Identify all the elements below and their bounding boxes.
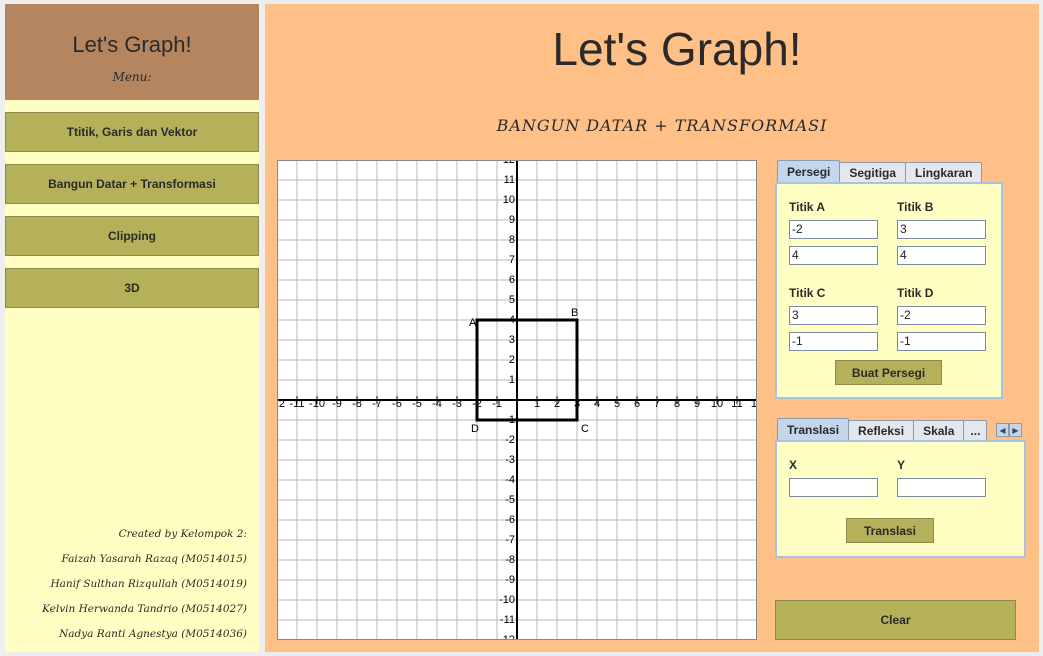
menu-button-clipping[interactable]: Clipping <box>5 216 259 256</box>
credit-member: Faizah Yasarah Razaq (M0514015) <box>61 553 247 565</box>
x-tick-mark <box>416 396 418 404</box>
menu-label: Menu: <box>112 70 152 84</box>
x-tick-mark <box>296 396 298 404</box>
y-tick-label: 11 <box>504 174 515 186</box>
y-tick-label: -6 <box>505 514 515 526</box>
y-tick-label: -9 <box>505 574 515 586</box>
credits-heading: Created by Kelompok 2: <box>118 528 247 540</box>
titik-d-x-input[interactable]: -2 <box>897 306 986 325</box>
titik-b-y-input[interactable]: 4 <box>897 246 986 265</box>
titik-b-x-input[interactable]: 3 <box>897 220 986 239</box>
vertex-label-c: C <box>581 423 589 435</box>
y-tick-label: -12 <box>499 634 515 639</box>
credit-member: Kelvin Herwanda Tandrio (M0514027) <box>42 603 247 615</box>
persegi-panel: Titik A Titik B -2 3 4 4 Titik C Titik D… <box>775 182 1003 399</box>
y-tick-label: 10 <box>503 194 515 206</box>
page-title: Let's Graph! <box>552 23 802 75</box>
titik-a-x-input[interactable]: -2 <box>789 220 878 239</box>
y-tick-label: 6 <box>509 274 515 286</box>
x-tick-mark <box>316 396 318 404</box>
titik-a-label: Titik A <box>789 200 826 214</box>
tab-skala[interactable]: Skala <box>913 420 965 440</box>
tab-scroll-arrows: ◀ ▶ <box>996 423 1022 437</box>
shape-tabbar: Persegi Segitiga Lingkaran <box>777 160 983 182</box>
titik-c-label: Titik C <box>789 286 826 300</box>
sidebar: Let's Graph! Menu: Ttitik, Garis dan Vek… <box>5 4 259 652</box>
y-tick-label: 2 <box>509 354 515 366</box>
vertex-label-a: A <box>469 317 477 329</box>
tab-refleksi[interactable]: Refleksi <box>848 420 915 440</box>
x-tick-mark <box>536 396 538 404</box>
tab-lingkaran[interactable]: Lingkaran <box>905 162 983 182</box>
translasi-panel: X Y Translasi <box>775 440 1026 558</box>
titik-d-label: Titik D <box>897 286 934 300</box>
x-tick-mark <box>656 396 658 404</box>
x-tick-mark <box>616 396 618 404</box>
scroll-right-icon[interactable]: ▶ <box>1009 423 1022 437</box>
vertex-label-d: D <box>471 423 479 435</box>
x-tick-mark <box>636 396 638 404</box>
x-tick-mark <box>396 396 398 404</box>
x-tick-mark <box>676 396 678 404</box>
titik-b-label: Titik B <box>897 200 934 214</box>
x-tick-mark <box>356 396 358 404</box>
vertex-label-b: B <box>571 307 578 319</box>
x-label: X <box>789 458 798 472</box>
y-tick-label: -4 <box>505 474 515 486</box>
y-tick-label: 3 <box>509 334 515 346</box>
clear-button[interactable]: Clear <box>775 600 1016 640</box>
y-tick-label: -10 <box>499 594 515 606</box>
menu-button-3d[interactable]: 3D <box>5 268 259 308</box>
titik-c-x-input[interactable]: 3 <box>789 306 878 325</box>
y-tick-label: 5 <box>509 294 515 306</box>
credit-member: Nadya Ranti Agnestya (M0514036) <box>59 628 247 640</box>
translasi-x-input[interactable] <box>789 478 878 497</box>
translasi-button[interactable]: Translasi <box>846 518 934 543</box>
y-label: Y <box>897 458 906 472</box>
credits: Created by Kelompok 2: Faizah Yasarah Ra… <box>42 522 247 647</box>
y-tick-label: -8 <box>505 554 515 566</box>
x-tick-mark <box>436 396 438 404</box>
y-tick-label: -5 <box>505 494 515 506</box>
transform-tabbar: Translasi Refleksi Skala ... <box>777 418 988 440</box>
x-tick-label: -12 <box>278 398 285 410</box>
credit-member: Hanif Sulthan Rizqullah (M0514019) <box>50 578 247 590</box>
y-tick-label: -7 <box>505 534 515 546</box>
x-tick-label: 12 <box>751 398 756 410</box>
titik-a-y-input[interactable]: 4 <box>789 246 878 265</box>
x-tick-mark <box>596 396 598 404</box>
x-tick-mark <box>376 396 378 404</box>
x-tick-mark <box>556 396 558 404</box>
y-tick-label: 8 <box>509 234 515 246</box>
y-tick-label: 7 <box>509 254 515 266</box>
titik-c-y-input[interactable]: -1 <box>789 332 878 351</box>
tab-more[interactable]: ... <box>963 420 988 440</box>
titik-d-y-input[interactable]: -1 <box>897 332 986 351</box>
tab-segitiga[interactable]: Segitiga <box>839 162 907 182</box>
buat-persegi-button[interactable]: Buat Persegi <box>835 360 942 385</box>
page-subtitle: BANGUN DATAR + TRANSFORMASI <box>496 116 828 135</box>
menu-button-bangun-datar[interactable]: Bangun Datar + Transformasi <box>5 164 259 204</box>
tab-translasi[interactable]: Translasi <box>777 418 850 440</box>
scroll-left-icon[interactable]: ◀ <box>996 423 1009 437</box>
x-tick-mark <box>496 396 498 404</box>
y-tick-label: 1 <box>509 374 515 386</box>
x-tick-mark <box>716 396 718 404</box>
x-tick-mark <box>456 396 458 404</box>
y-tick-label: 9 <box>509 214 515 226</box>
tab-persegi[interactable]: Persegi <box>777 160 841 182</box>
translasi-y-input[interactable] <box>897 478 986 497</box>
graph-canvas[interactable]: -12-11-10-9-8-7-6-5-4-3-2-11234567891011… <box>277 160 757 640</box>
y-tick-label: -2 <box>505 434 515 446</box>
graph-svg: -12-11-10-9-8-7-6-5-4-3-2-11234567891011… <box>278 161 756 639</box>
menu-button-titik-garis-vektor[interactable]: Ttitik, Garis dan Vektor <box>5 112 259 152</box>
sidebar-title: Let's Graph! <box>72 32 192 57</box>
x-tick-mark <box>696 396 698 404</box>
y-tick-label: 12 <box>503 161 515 166</box>
sidebar-header: Let's Graph! Menu: <box>5 4 259 100</box>
x-tick-mark <box>336 396 338 404</box>
y-tick-label: -11 <box>500 614 515 626</box>
y-tick-label: -3 <box>505 454 515 466</box>
x-tick-mark <box>736 396 738 404</box>
